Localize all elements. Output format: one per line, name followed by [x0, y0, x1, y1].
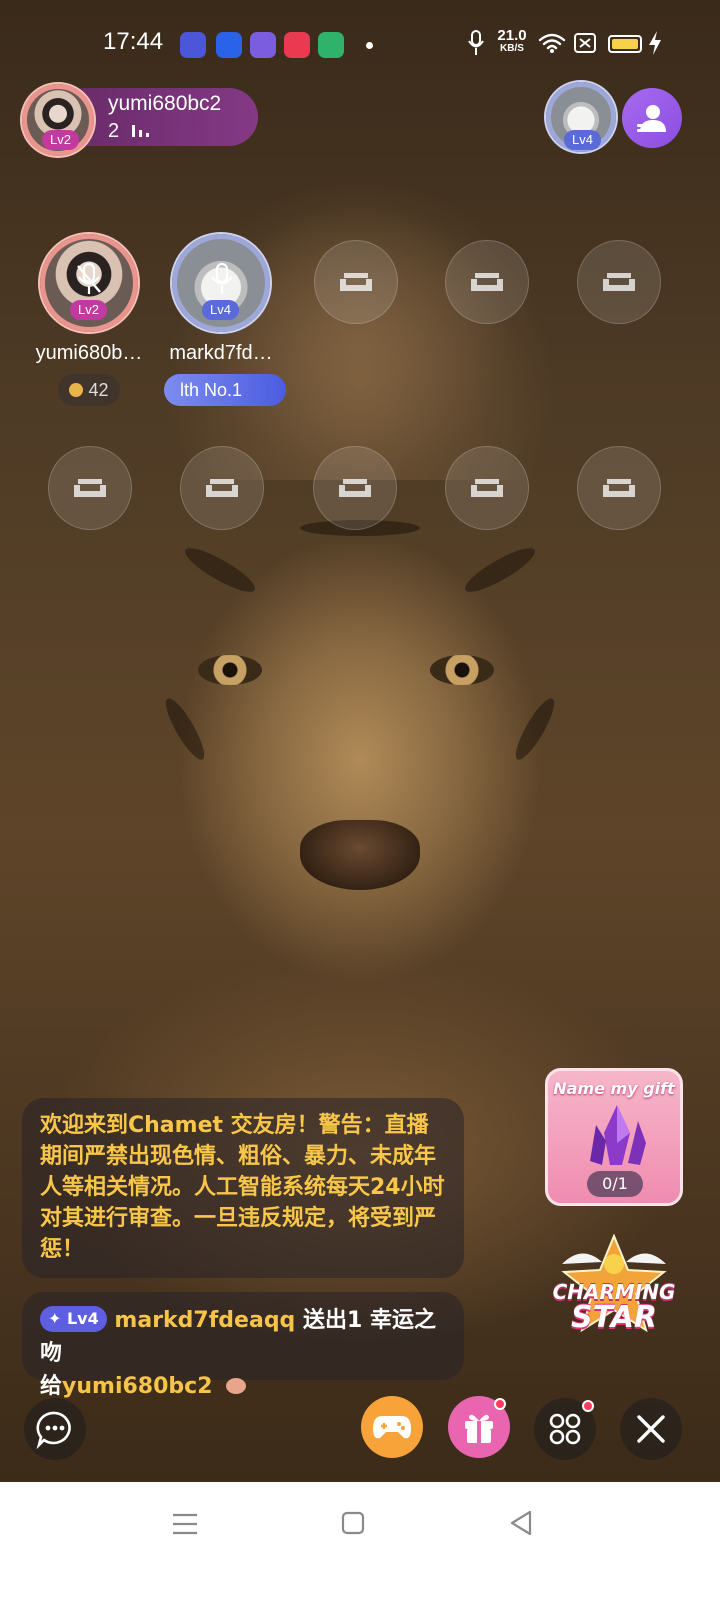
seat-username: yumi680b… [35, 342, 143, 364]
sim-icon [574, 33, 596, 53]
gift-button[interactable] [448, 1396, 510, 1458]
welcome-message: 欢迎来到Chamet 交友房！警告：直播期间严禁出现色情、粗俗、暴力、未成年人等… [40, 1113, 445, 1262]
chat-bubble-icon [36, 1411, 71, 1449]
owner-level-badge: Lv4 [564, 130, 601, 150]
sender-level: Lv4 [66, 1309, 99, 1328]
notification-app-icon [180, 32, 206, 58]
empty-seat[interactable] [445, 446, 529, 530]
back-icon[interactable] [509, 1510, 533, 1536]
host-level-badge: Lv2 [42, 130, 79, 150]
mic-icon [468, 30, 484, 55]
gift-receiver[interactable]: yumi680bc2 [62, 1374, 213, 1399]
sofa-icon [206, 479, 238, 497]
host-chip[interactable]: Lv2 yumi680bc2 2 [22, 84, 258, 156]
star-label: STAR [570, 1300, 658, 1335]
sofa-icon [471, 273, 503, 291]
tiger-eye-left [198, 655, 262, 685]
sofa-icon [603, 273, 635, 291]
more-features-button[interactable] [534, 1398, 596, 1460]
users-icon [637, 105, 666, 132]
signal-bars-icon [131, 125, 149, 137]
seat-level-badge: Lv2 [70, 300, 107, 320]
gift-notification-dot [494, 1398, 506, 1410]
clock: 17:44 [103, 28, 164, 55]
tiger-stripe [159, 694, 211, 764]
room-owner-avatar[interactable]: Lv4 [546, 82, 616, 152]
network-speed: 21.0 KB/S [494, 27, 530, 55]
tiger-stripe [460, 541, 540, 599]
coin-count: 42 [88, 380, 109, 400]
empty-seat[interactable] [314, 240, 398, 324]
name-my-gift-card[interactable]: Name my gift 0/1 [545, 1068, 683, 1206]
gift-card-title: Name my gift [553, 1079, 675, 1098]
wifi-icon [538, 33, 566, 53]
tiger-stripe [180, 541, 260, 599]
sofa-icon [74, 479, 106, 497]
chat-button[interactable] [24, 1398, 86, 1460]
tiger-eye-right [430, 655, 494, 685]
empty-seat[interactable] [313, 446, 397, 530]
online-count: 2 [108, 120, 151, 143]
baidu-app-icon [216, 32, 242, 58]
empty-seat[interactable] [48, 446, 132, 530]
menu-icon[interactable] [172, 1512, 198, 1536]
sofa-icon [339, 479, 371, 497]
sofa-icon [340, 273, 372, 291]
notification-app-icon [250, 32, 276, 58]
home-icon[interactable] [341, 1511, 365, 1535]
crystal-icon [590, 1105, 646, 1165]
seat-level-badge: Lv4 [202, 300, 239, 320]
lucky-kiss-gift-icon [226, 1378, 247, 1394]
gift-card-progress: 0/1 [587, 1171, 643, 1197]
sofa-icon [603, 479, 635, 497]
tiger-nose [300, 820, 420, 890]
online-count-value: 2 [108, 120, 120, 142]
battery-icon [608, 35, 642, 53]
exit-room-button[interactable] [620, 1398, 682, 1460]
gift-message: ✦ Lv4 markd7fdeaqq 送出1 幸运之吻 给yumi680bc2 [40, 1304, 450, 1403]
gift-sender[interactable]: markd7fdeaqq [114, 1308, 295, 1333]
gamepad-icon [373, 1416, 411, 1439]
game-button[interactable] [361, 1396, 423, 1458]
room-members-button[interactable] [622, 88, 682, 148]
network-speed-value: 21.0 [497, 27, 527, 44]
close-icon [637, 1415, 665, 1443]
empty-seat[interactable] [445, 240, 529, 324]
sender-level-badge: ✦ Lv4 [40, 1306, 107, 1332]
host-name: yumi680bc2 [108, 92, 222, 115]
more-notifications-dot [366, 42, 373, 49]
video-app-icon [284, 32, 310, 58]
tiger-stripe [509, 694, 561, 764]
mic-icon [211, 262, 233, 294]
coin-icon [69, 383, 84, 397]
charging-icon [649, 31, 661, 55]
sofa-icon [471, 479, 503, 497]
empty-seat[interactable] [577, 240, 661, 324]
gift-to-word: 给 [40, 1374, 63, 1399]
status-bar: 17:44 21.0 KB/S [0, 0, 720, 88]
system-navigation-bar [0, 1482, 720, 1600]
empty-seat[interactable] [180, 446, 264, 530]
grid-menu-icon [549, 1413, 581, 1445]
rank-badge: lth No.1 [164, 374, 286, 406]
mic-muted-icon [77, 262, 101, 294]
coin-count-badge: 42 [58, 374, 120, 406]
seat-username: markd7fd… [169, 342, 273, 364]
security-app-icon [318, 32, 344, 58]
charming-star-event[interactable]: CHARMING STAR [552, 1233, 676, 1344]
more-notification-dot [582, 1400, 594, 1412]
gift-box-icon [465, 1414, 493, 1443]
empty-seat[interactable] [577, 446, 661, 530]
